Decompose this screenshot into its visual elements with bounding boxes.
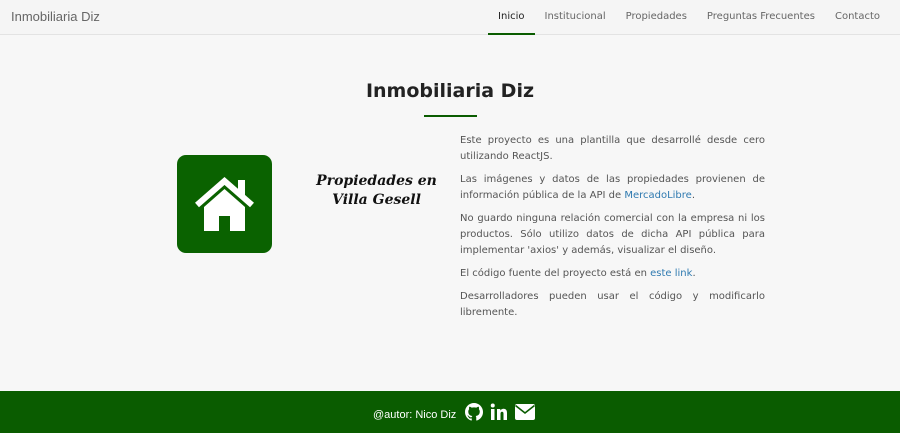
page-title: Inmobiliaria Diz — [365, 80, 535, 102]
nav-item-contacto[interactable]: Contacto — [825, 0, 890, 35]
slogan: Propiedades en Villa Gesell — [305, 172, 448, 210]
description-p4: El código fuente del proyecto está en es… — [460, 266, 765, 282]
description-p3: No guardo ninguna relación comercial con… — [460, 213, 765, 256]
p2-end: . — [691, 190, 696, 201]
author-label: @autor: Nico Diz — [373, 408, 457, 421]
p4-text: El código fuente del proyecto está en — [460, 268, 651, 279]
navbar: Inmobiliaria Diz Inicio Institucional Pr… — [0, 0, 900, 35]
linkedin-icon[interactable] — [490, 403, 508, 426]
footer: @autor: Nico Diz — [0, 391, 900, 433]
mercadolibre-link[interactable]: MercadoLibre — [624, 190, 692, 201]
p4-end: . — [692, 268, 696, 279]
navbar-brand[interactable]: Inmobiliaria Diz — [11, 9, 100, 24]
nav-menu: Inicio Institucional Propiedades Pregunt… — [488, 0, 890, 35]
nav-item-inicio[interactable]: Inicio — [488, 0, 535, 35]
logo-tile — [177, 155, 272, 253]
description-p1: Este proyecto es una plantilla que desar… — [460, 135, 765, 162]
slogan-line-1: Propiedades en — [316, 173, 437, 189]
source-code-link[interactable]: este link — [650, 268, 692, 279]
house-icon — [195, 177, 254, 231]
footer-content: @autor: Nico Diz — [373, 403, 542, 426]
description-p5: Desarrolladores pueden usar el código y … — [460, 291, 765, 318]
slogan-line-2: Villa Gesell — [332, 192, 421, 208]
envelope-icon[interactable] — [515, 404, 536, 425]
nav-item-institucional[interactable]: Institucional — [535, 0, 616, 35]
nav-item-propiedades[interactable]: Propiedades — [616, 0, 697, 35]
nav-item-preguntas-frecuentes[interactable]: Preguntas Frecuentes — [697, 0, 825, 35]
p2-text: Las imágenes y datos de las propiedades … — [460, 174, 765, 201]
description-p2: Las imágenes y datos de las propiedades … — [460, 172, 765, 204]
title-divider — [424, 115, 477, 117]
github-icon[interactable] — [465, 403, 484, 426]
description: Este proyecto es una plantilla que desar… — [460, 133, 765, 328]
